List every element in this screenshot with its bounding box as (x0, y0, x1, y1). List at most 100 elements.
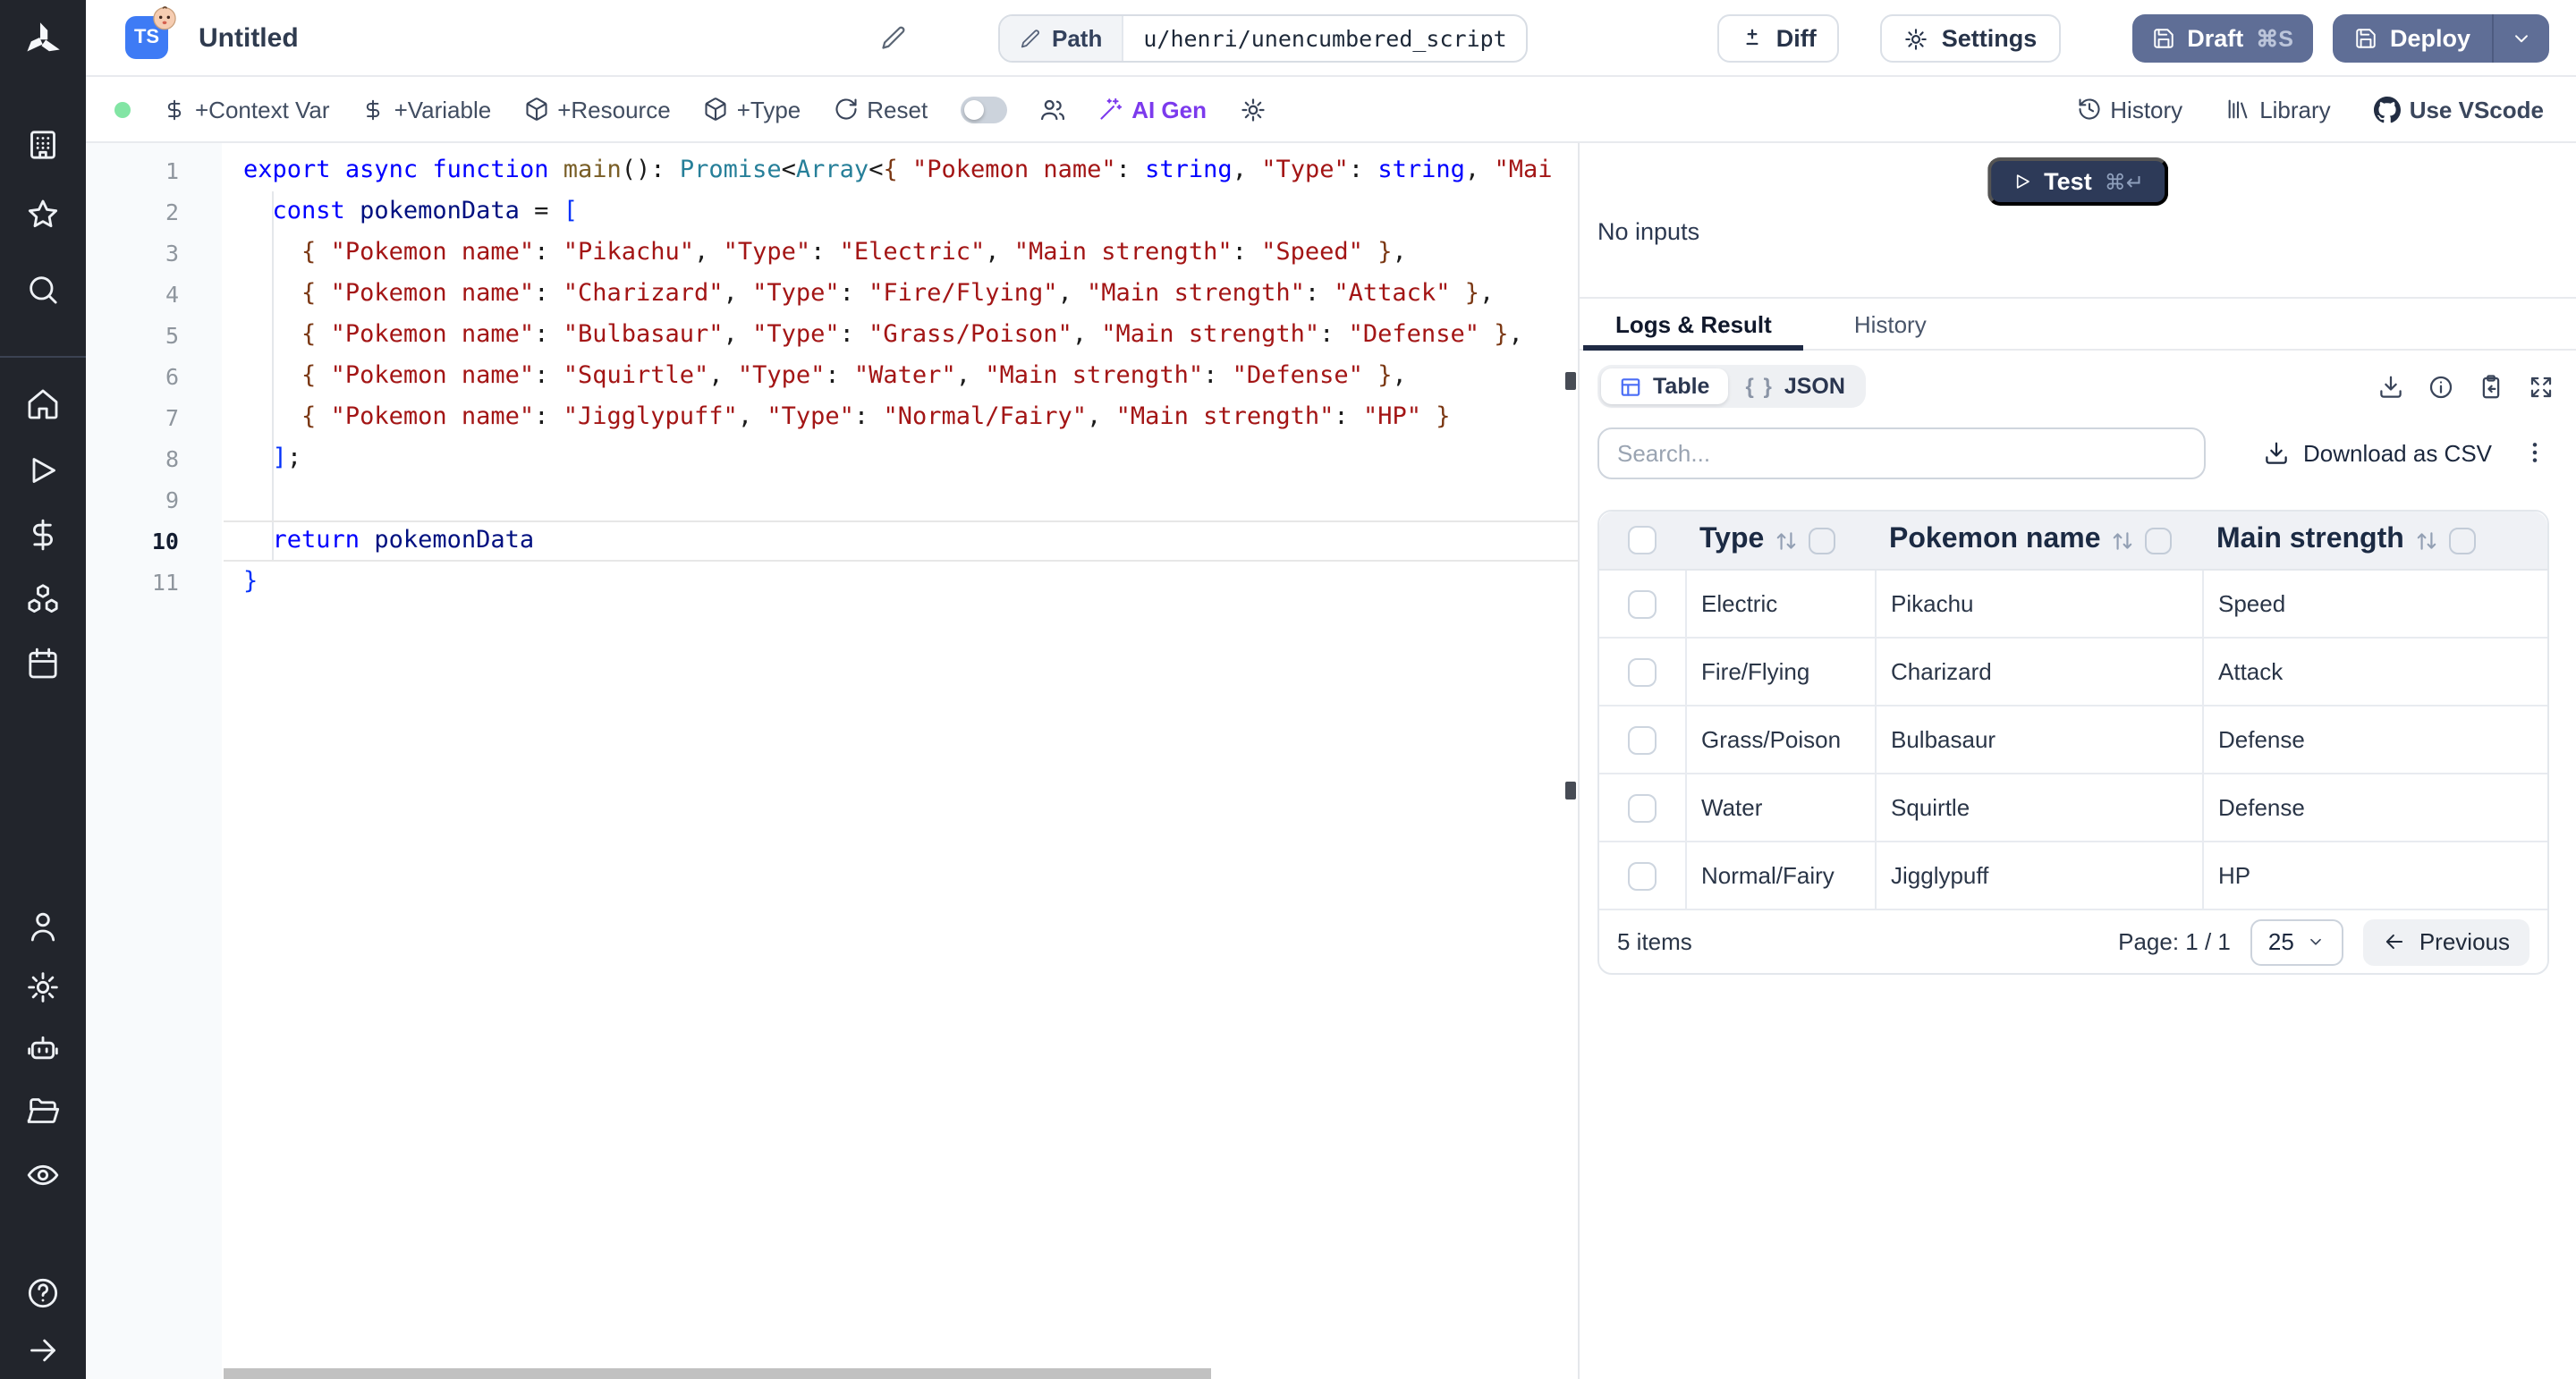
info-icon[interactable] (2428, 373, 2454, 400)
home-icon[interactable] (25, 386, 61, 422)
play-icon[interactable] (25, 453, 61, 488)
overview-ruler-mark (1565, 372, 1576, 390)
line-number: 8 (86, 438, 179, 479)
table-cell: Squirtle (1875, 774, 2202, 841)
code-line[interactable]: 7 { "Pokemon name": "Jigglypuff", "Type"… (86, 397, 1578, 438)
row-checkbox[interactable] (1628, 657, 1657, 686)
page-title: Untitled (199, 23, 299, 54)
test-shortcut: ⌘↵ (2105, 169, 2144, 194)
code-line[interactable]: 9 (86, 479, 1578, 520)
boxes-icon[interactable] (25, 581, 61, 617)
code-line[interactable]: 5 { "Pokemon name": "Bulbasaur", "Type":… (86, 315, 1578, 356)
code-line[interactable]: 6 { "Pokemon name": "Squirtle", "Type": … (86, 356, 1578, 397)
clipboard-copy-icon[interactable] (2478, 373, 2504, 400)
view-json-button[interactable]: { } JSON (1727, 368, 1862, 404)
table-row[interactable]: WaterSquirtleDefense (1599, 774, 2547, 842)
download-icon[interactable] (2377, 373, 2404, 400)
code-line[interactable]: 3 { "Pokemon name": "Pikachu", "Type": "… (86, 233, 1578, 274)
select-all-checkbox[interactable] (1628, 526, 1657, 554)
column-header[interactable]: Type (1685, 512, 1875, 569)
table-row[interactable]: Grass/PoisonBulbasaurDefense (1599, 706, 2547, 774)
column-checkbox[interactable] (2449, 527, 2476, 554)
editor-settings-gear-icon[interactable] (1239, 96, 1266, 123)
deploy-dropdown-button[interactable] (2492, 14, 2549, 63)
sort-icon[interactable] (2112, 529, 2135, 552)
add-type-button[interactable]: +Type (703, 96, 801, 123)
code-text: const pokemonData = [ (179, 191, 1578, 233)
path-chip[interactable]: Path u/henri/unencumbered_script (998, 14, 1529, 63)
eye-icon[interactable] (25, 1157, 61, 1193)
search-icon[interactable] (25, 272, 61, 308)
search-input[interactable] (1597, 427, 2206, 478)
add-variable-button[interactable]: +Variable (362, 96, 492, 123)
code-text: { "Pokemon name": "Jigglypuff", "Type": … (179, 397, 1578, 438)
row-checkbox[interactable] (1628, 725, 1657, 754)
draft-button[interactable]: Draft ⌘S (2131, 14, 2313, 63)
diff-button[interactable]: Diff (1717, 14, 1840, 63)
column-checkbox[interactable] (2146, 527, 2173, 554)
path-value[interactable]: u/henri/unencumbered_script (1123, 16, 1526, 61)
code-line[interactable]: 4 { "Pokemon name": "Charizard", "Type":… (86, 274, 1578, 315)
add-variable-label: +Variable (394, 96, 492, 123)
history-button[interactable]: History (2076, 96, 2182, 123)
table-cell: Speed (2202, 571, 2547, 637)
use-vscode-button[interactable]: Use VScode (2374, 96, 2544, 123)
table-header: TypePokemon nameMain strength (1599, 512, 2547, 571)
code-line[interactable]: 10 return pokemonData (86, 520, 1578, 562)
line-number: 3 (86, 233, 179, 274)
settings-gear-icon[interactable] (25, 969, 61, 1005)
arrow-right-icon[interactable] (25, 1332, 61, 1368)
edit-pencil-icon[interactable] (880, 25, 907, 52)
row-checkbox[interactable] (1628, 793, 1657, 822)
row-checkbox[interactable] (1628, 589, 1657, 618)
row-checkbox[interactable] (1628, 861, 1657, 890)
building-icon[interactable] (25, 127, 61, 163)
tab-history[interactable]: History (1822, 299, 1959, 349)
history-label: History (2110, 96, 2182, 123)
table-row[interactable]: Normal/FairyJigglypuffHP (1599, 842, 2547, 910)
editor-horizontal-scrollbar[interactable] (224, 1368, 1211, 1379)
column-header[interactable]: Main strength (2202, 512, 2547, 569)
tab-logs-result[interactable]: Logs & Result (1583, 299, 1804, 349)
sort-icon[interactable] (2415, 529, 2438, 552)
dollar-icon[interactable] (25, 517, 61, 553)
table-row[interactable]: ElectricPikachuSpeed (1599, 571, 2547, 639)
settings-button[interactable]: Settings (1881, 14, 2061, 63)
toolbar-right: History Library Use VScode (2076, 96, 2576, 123)
previous-page-button[interactable]: Previous (2364, 918, 2529, 965)
star-icon[interactable] (25, 197, 61, 233)
test-button[interactable]: Test ⌘↵ (1987, 157, 2169, 206)
code-line[interactable]: 1export async function main(): Promise<A… (86, 150, 1578, 191)
download-csv-button[interactable]: Download as CSV (2262, 439, 2492, 466)
page-size-select[interactable]: 25 (2250, 918, 2344, 965)
column-checkbox[interactable] (1809, 527, 1835, 554)
sidebar (0, 0, 86, 1379)
windmill-script-editor: TS Untitled Path u/henri/unencumbered_sc… (0, 0, 2576, 1379)
add-resource-button[interactable]: +Resource (523, 96, 670, 123)
sidebar-divider (0, 356, 86, 358)
folder-open-icon[interactable] (25, 1093, 61, 1129)
multiplayer-toggle[interactable] (960, 96, 1006, 123)
calendar-icon[interactable] (25, 646, 61, 681)
code-editor[interactable]: 1export async function main(): Promise<A… (86, 143, 1578, 1379)
kebab-menu-icon[interactable] (2521, 438, 2549, 467)
sort-icon[interactable] (1775, 529, 1798, 552)
topbar: TS Untitled Path u/henri/unencumbered_sc… (86, 0, 2576, 77)
view-table-button[interactable]: Table (1601, 368, 1727, 404)
windmill-logo[interactable] (20, 18, 66, 64)
column-header[interactable]: Pokemon name (1875, 512, 2202, 569)
reset-button[interactable]: Reset (833, 96, 928, 123)
user-icon[interactable] (25, 909, 61, 944)
code-line[interactable]: 8 ]; (86, 438, 1578, 479)
help-icon[interactable] (25, 1275, 61, 1311)
table-row[interactable]: Fire/FlyingCharizardAttack (1599, 639, 2547, 706)
ai-gen-button[interactable]: AI Gen (1097, 96, 1207, 123)
add-context-var-button[interactable]: +Context Var (163, 96, 330, 123)
code-line[interactable]: 2 const pokemonData = [ (86, 191, 1578, 233)
run-panel: Test ⌘↵ No inputs Logs & Result History … (1580, 143, 2576, 1379)
bot-icon[interactable] (25, 1030, 61, 1066)
library-button[interactable]: Library (2225, 96, 2331, 123)
expand-icon[interactable] (2528, 373, 2555, 400)
code-line[interactable]: 11} (86, 562, 1578, 603)
deploy-button[interactable]: Deploy (2333, 14, 2492, 63)
